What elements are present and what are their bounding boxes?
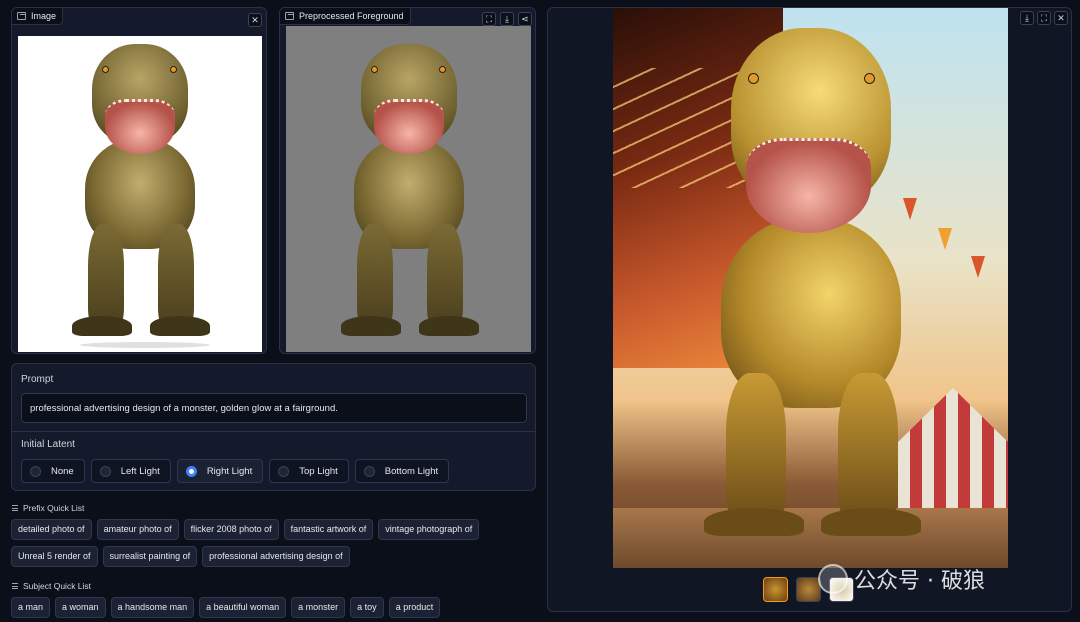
foreground-panel-title: Preprocessed Foreground [299,11,404,21]
image-panel-title: Image [31,11,57,21]
subject-chip[interactable]: a toy [350,597,384,618]
radio-dot-selected [185,465,197,477]
list-icon [12,505,18,511]
prefix-chip[interactable]: professional advertising design of [202,546,350,567]
prefix-chip[interactable]: flicker 2008 photo of [183,519,279,540]
download-icon[interactable]: ⤓ [500,12,514,26]
prefix-chip[interactable]: fantastic artwork of [283,519,374,540]
initial-latent-radio-group: None Left Light Right Light Top Light Bo… [21,459,450,483]
list-icon [12,583,18,589]
prefix-quick-list-title: Prefix Quick List [12,503,84,513]
image-panel-label: Image [12,8,64,25]
subject-chip[interactable]: a monster [291,597,346,618]
prompt-section: Prompt professional advertising design o… [11,363,536,491]
radio-dot [363,465,375,477]
radio-none[interactable]: None [21,459,85,483]
prefix-chip[interactable]: Unreal 5 render of [11,546,98,567]
prefix-chip[interactable]: surrealist painting of [102,546,198,567]
radio-dot [99,465,111,477]
radio-right-light[interactable]: Right Light [176,459,264,483]
watermark: 公众号 · 破狼 [818,563,985,595]
subject-chip[interactable]: a product [388,597,441,618]
radio-bottom-light[interactable]: Bottom Light [354,459,450,483]
subject-chip[interactable]: a woman [55,597,106,618]
radio-dot [278,465,290,477]
gallery-thumbnail[interactable] [763,577,788,602]
prefix-chip[interactable]: detailed photo of [11,519,92,540]
output-image[interactable] [613,8,1008,568]
share-icon[interactable]: ⋖ [518,12,532,26]
foreground-panel[interactable]: Preprocessed Foreground ⛶ ⤓ ⋖ [279,7,536,354]
section-divider [12,431,535,432]
input-image-panel[interactable]: Image ✕ [11,7,267,354]
prefix-chip[interactable]: vintage photograph of [378,519,480,540]
foreground-panel-label: Preprocessed Foreground [280,8,411,25]
dinosaur-image [319,44,499,344]
output-gallery-panel[interactable]: ⤓ ⛶ ✕ [547,7,1072,612]
initial-latent-title: Initial Latent [21,439,75,450]
subject-chip[interactable]: a handsome man [110,597,195,618]
input-image [18,36,262,352]
watermark-text: 公众号 · 破狼 [854,569,985,594]
close-icon[interactable]: ✕ [1054,11,1068,25]
download-icon[interactable]: ⤓ [1020,11,1034,25]
radio-dot [30,465,41,477]
dinosaur-image [50,44,230,348]
prompt-input[interactable]: professional advertising design of a mon… [21,393,527,423]
prefix-chips-row-2: Unreal 5 render of surrealist painting o… [11,546,350,567]
wechat-icon [818,564,848,594]
radio-top-light[interactable]: Top Light [269,459,349,483]
foreground-image [286,26,531,352]
image-icon [285,12,294,20]
close-icon[interactable]: ✕ [248,13,262,27]
prefix-chip[interactable]: amateur photo of [96,519,179,540]
subject-chip[interactable]: a beautiful woman [199,597,287,618]
golden-dinosaur [666,28,956,548]
subject-chips-row: a man a woman a handsome man a beautiful… [11,597,441,618]
prompt-title: Prompt [21,374,54,385]
radio-left-light[interactable]: Left Light [90,459,171,483]
subject-quick-list-title: Subject Quick List [12,581,91,591]
fullscreen-icon[interactable]: ⛶ [482,12,496,26]
prefix-chips-row-1: detailed photo of amateur photo of flick… [11,519,480,540]
subject-chip[interactable]: a man [11,597,51,618]
image-icon [17,12,26,20]
fullscreen-icon[interactable]: ⛶ [1037,11,1051,25]
